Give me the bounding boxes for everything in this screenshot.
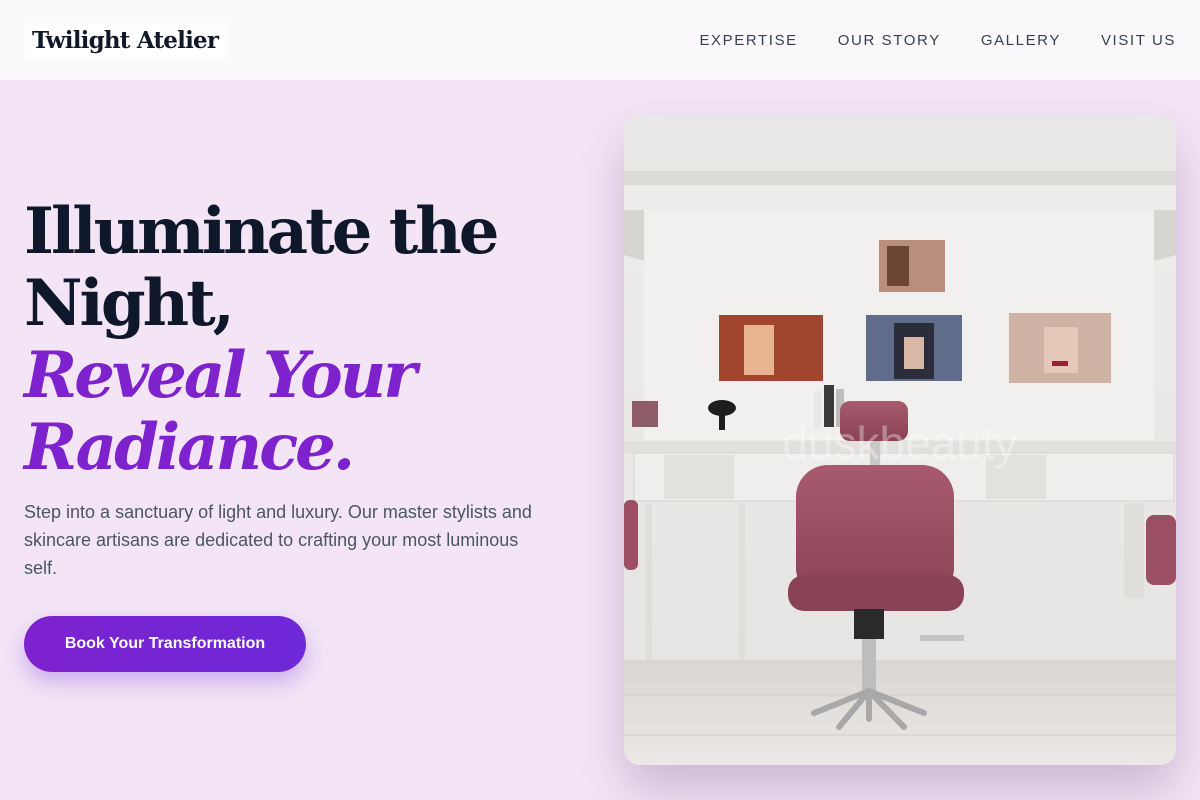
svg-text:duskbeauty: duskbeauty bbox=[782, 417, 1017, 469]
book-transformation-button[interactable]: Book Your Transformation bbox=[24, 616, 306, 672]
hero-content: Illuminate the Night, Reveal Your Radian… bbox=[24, 196, 584, 672]
main-nav: EXPERTISE OUR STORY GALLERY VISIT US bbox=[699, 32, 1176, 49]
nav-link-our-story[interactable]: OUR STORY bbox=[838, 32, 941, 49]
nav-link-gallery[interactable]: GALLERY bbox=[981, 32, 1061, 49]
salon-interior-photo: duskbeauty bbox=[624, 115, 1176, 765]
hero-description: Step into a sanctuary of light and luxur… bbox=[24, 502, 532, 578]
nav-link-expertise[interactable]: EXPERTISE bbox=[699, 32, 797, 49]
headline-line-2: Night, bbox=[24, 266, 235, 341]
headline-line-1: Illuminate the bbox=[24, 194, 500, 269]
headline-accent-line-1: Reveal Your bbox=[24, 338, 417, 413]
nav-link-visit-us[interactable]: VISIT US bbox=[1101, 32, 1176, 49]
brand-logo[interactable]: Twilight Atelier bbox=[24, 22, 227, 58]
headline-accent-line-2: Radiance. bbox=[24, 410, 355, 485]
hero-headline: Illuminate the Night, Reveal Your Radian… bbox=[24, 196, 584, 484]
site-header: Twilight Atelier EXPERTISE OUR STORY GAL… bbox=[0, 0, 1200, 80]
